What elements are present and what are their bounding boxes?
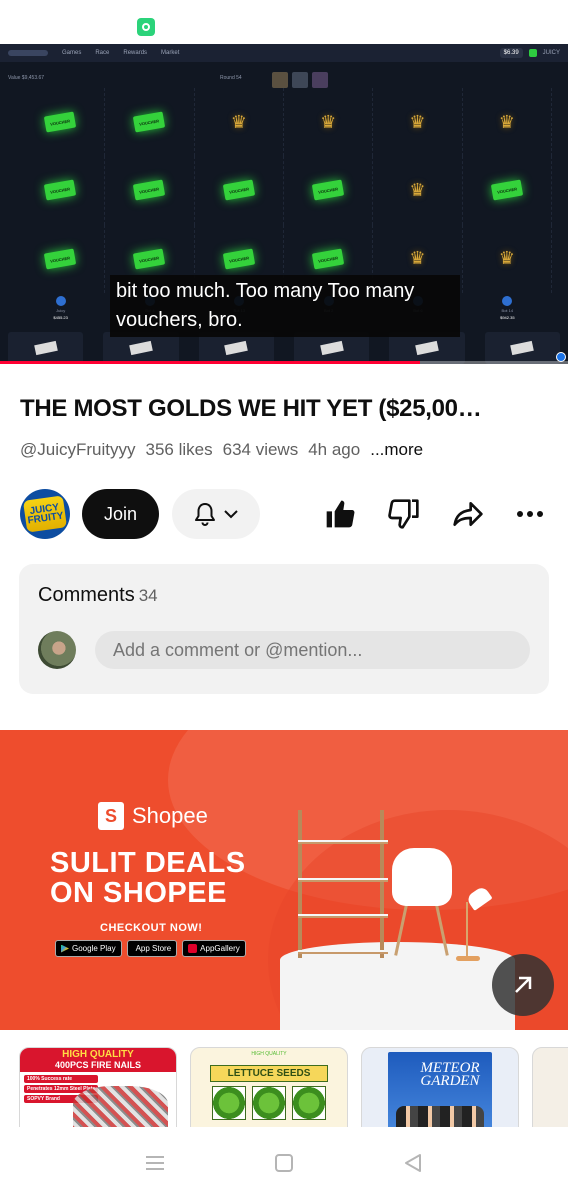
video-reel-grid: VOUCHER VOUCHER ♛ ♛ ♛ ♛ VOUCHER VOUCHER … [16, 88, 552, 293]
video-round-label: Round 54 [220, 75, 242, 81]
upload-age: 4h ago [308, 440, 361, 459]
chevron-down-icon [224, 510, 238, 519]
comments-header: Comments 34 [38, 584, 158, 607]
nails-image [73, 1086, 168, 1127]
product-card[interactable] [532, 1047, 568, 1127]
share-icon [453, 502, 483, 526]
menu-icon[interactable] [144, 1154, 166, 1177]
gold-item-icon: ♛ [230, 111, 247, 132]
comments-panel[interactable]: Comments 34 [19, 564, 549, 694]
huawei-icon [188, 944, 198, 953]
gold-item-icon: ♛ [409, 248, 426, 269]
shopee-bag-icon: S [98, 802, 124, 830]
thumbs-up-icon [326, 500, 355, 528]
voucher-item: VOUCHER [43, 180, 77, 201]
ad-chair-image [388, 848, 458, 958]
more-link[interactable]: ...more [370, 440, 423, 460]
thumbs-down-icon [388, 499, 419, 529]
voucher-item: VOUCHER [311, 180, 345, 201]
gold-item-icon: ♛ [498, 248, 515, 269]
voucher-item: VOUCHER [133, 180, 166, 201]
ad-cta-text: CHECKOUT NOW! [100, 922, 203, 934]
more-options-button[interactable] [512, 496, 548, 532]
comments-label: Comments [38, 584, 135, 606]
video-progress-bar[interactable] [0, 361, 568, 364]
product-carousel[interactable]: HIGH QUALITY 400PCS FIRE NAILS 100% Succe… [19, 1047, 568, 1127]
ad-headline: SULIT DEALS ON SHOPEE [50, 847, 246, 909]
voucher-item: VOUCHER [311, 248, 345, 270]
video-site-header: Games Race Rewards Market $6.39 JUICY [0, 44, 568, 62]
video-player-slot: Juicy $455.23 [16, 296, 105, 326]
ad-lamp-image [456, 885, 496, 961]
gold-item-icon: ♛ [320, 111, 337, 132]
voucher-item: VOUCHER [490, 180, 523, 201]
lettuce-images [191, 1086, 347, 1120]
video-player-slot: Bot 14 $942.35 [463, 296, 552, 326]
home-square-icon[interactable] [273, 1152, 295, 1179]
video-balance: $6.39 [499, 48, 523, 58]
video-subtitle: bit too much. Too many Too many vouchers… [110, 275, 460, 337]
notification-bell-button[interactable] [172, 489, 260, 539]
video-nav-item: Market [161, 50, 180, 56]
dislike-button[interactable] [386, 496, 422, 532]
view-count: 634 views [222, 440, 299, 459]
notification-app-icon [137, 18, 155, 36]
voucher-item: VOUCHER [222, 180, 255, 201]
back-triangle-icon[interactable] [402, 1152, 424, 1179]
like-button[interactable] [322, 496, 358, 532]
comment-input[interactable] [95, 631, 530, 669]
channel-handle[interactable]: @JuicyFruityyy [20, 440, 136, 460]
voucher-item: VOUCHER [43, 248, 77, 270]
product-card[interactable]: HIGH QUALITY LETTUCE SEEDS [190, 1047, 348, 1127]
video-nav-item: Race [95, 50, 110, 56]
more-horizontal-icon [517, 511, 543, 517]
video-value-label: Value $9,453.67 [8, 75, 45, 81]
ad-shelf-image [298, 810, 388, 958]
video-corner-button[interactable] [556, 352, 566, 362]
shopee-logo: S Shopee [98, 802, 208, 830]
gold-item-icon: ♛ [409, 111, 426, 132]
google-play-badge: Google Play [55, 940, 122, 957]
ad-open-button[interactable] [492, 954, 554, 1016]
google-play-icon [61, 944, 69, 953]
video-item-thumbs [272, 72, 328, 88]
channel-logo: JUICY FRUITY [22, 495, 68, 533]
poster-image: METEOR GARDEN [388, 1052, 492, 1127]
join-button[interactable]: Join [82, 489, 159, 539]
video-progress-fill [0, 361, 421, 364]
store-badges: Google Play App Store AppGallery [55, 940, 246, 957]
video-meta[interactable]: @JuicyFruityyy 356 likes 634 views 4h ag… [20, 440, 423, 460]
product-card[interactable]: METEOR GARDEN [361, 1047, 519, 1127]
video-player[interactable]: Games Race Rewards Market $6.39 JUICY Va… [0, 44, 568, 364]
shopee-ad-banner[interactable]: S Shopee SULIT DEALS ON SHOPEE CHECKOUT … [0, 730, 568, 1030]
appgallery-badge: AppGallery [182, 940, 246, 957]
voucher-item: VOUCHER [222, 248, 255, 270]
action-row: JUICY FRUITY Join [20, 488, 548, 540]
user-avatar [38, 631, 76, 669]
comments-count: 34 [138, 586, 158, 605]
voucher-item: VOUCHER [133, 248, 166, 270]
share-button[interactable] [450, 496, 486, 532]
bell-icon [195, 503, 215, 526]
system-nav-bar [0, 1130, 568, 1200]
video-username: JUICY [542, 50, 560, 56]
arrow-up-right-icon [515, 976, 532, 993]
product-card[interactable]: HIGH QUALITY 400PCS FIRE NAILS 100% Succe… [19, 1047, 177, 1127]
gold-item-icon: ♛ [409, 179, 426, 200]
status-bar [0, 0, 568, 44]
app-store-badge: App Store [126, 940, 178, 957]
video-title[interactable]: THE MOST GOLDS WE HIT YET ($25,00… [20, 395, 550, 423]
video-nav-item: Games [62, 50, 82, 56]
like-count: 356 likes [145, 440, 213, 459]
gold-item-icon: ♛ [498, 111, 515, 132]
video-nav-item: Rewards [123, 50, 148, 56]
voucher-item: VOUCHER [43, 111, 77, 133]
channel-avatar[interactable]: JUICY FRUITY [20, 489, 70, 539]
voucher-item: VOUCHER [133, 111, 166, 133]
